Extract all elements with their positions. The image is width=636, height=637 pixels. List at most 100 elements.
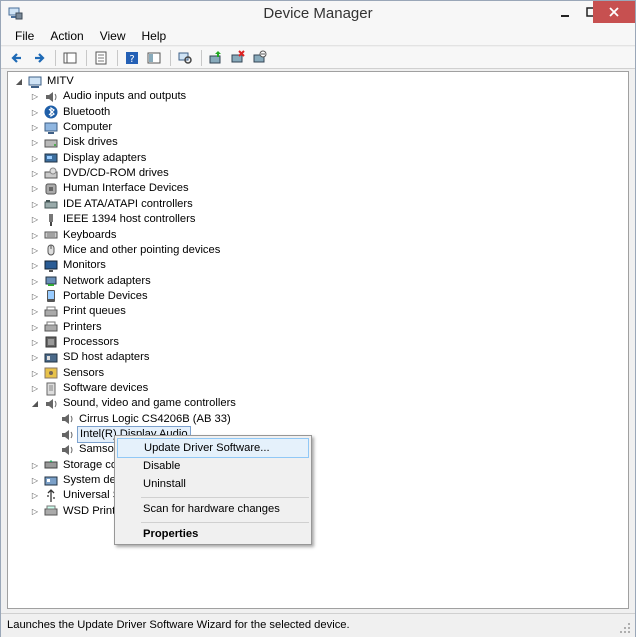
expand-arrow-icon[interactable]: ▷ (30, 199, 40, 209)
tree-category[interactable]: ▷ Mice and other pointing devices (30, 243, 222, 258)
tree-category[interactable]: ▷ Monitors (30, 258, 108, 273)
menu-file[interactable]: File (7, 27, 42, 45)
tree-category[interactable]: ▷ Network adapters (30, 274, 153, 289)
tree-device[interactable]: Cirrus Logic CS4206B (AB 33) (46, 412, 233, 427)
tree-category[interactable]: ▷ Software devices (30, 381, 150, 396)
resize-grip-icon[interactable] (619, 622, 631, 634)
disable-device-button[interactable] (250, 48, 270, 68)
menu-action[interactable]: Action (42, 27, 91, 45)
update-driver-button[interactable] (206, 48, 226, 68)
collapse-arrow-icon[interactable]: ◢ (14, 77, 24, 87)
menu-help[interactable]: Help (134, 27, 175, 45)
printer-icon (44, 321, 58, 332)
ctx-scan-hardware-changes[interactable]: Scan for hardware changes (117, 499, 309, 519)
tree-category[interactable]: ▷ Printers (30, 320, 104, 335)
update-driver-icon (209, 50, 221, 63)
expand-arrow-icon[interactable]: ▷ (30, 184, 40, 194)
expand-arrow-icon[interactable]: ▷ (30, 153, 40, 163)
ieee1394-icon (49, 213, 53, 226)
speaker-icon (62, 414, 73, 425)
expand-arrow-icon[interactable]: ▷ (30, 169, 40, 179)
expand-arrow-icon[interactable]: ▷ (30, 368, 40, 378)
status-bar: Launches the Update Driver Software Wiza… (1, 613, 635, 637)
expand-arrow-icon[interactable]: ▷ (30, 261, 40, 271)
computer-icon (44, 122, 58, 134)
software-device-icon (46, 382, 56, 395)
properties-button[interactable] (91, 48, 111, 68)
show-hide-console-tree-button[interactable] (60, 48, 80, 68)
tree-node-label: Processors (63, 335, 119, 348)
expand-arrow-icon[interactable]: ▷ (30, 230, 40, 240)
sd-adapter-icon (44, 353, 58, 363)
ctx-update-driver-software[interactable]: Update Driver Software... (117, 438, 309, 458)
tree-category[interactable]: ▷ Human Interface Devices (30, 181, 191, 196)
tree-device[interactable]: Samson (46, 442, 122, 457)
expand-arrow-icon[interactable]: ▷ (30, 215, 40, 225)
tree-category[interactable]: ▷ Display adapters (30, 151, 148, 166)
expand-arrow-icon[interactable]: ▷ (30, 276, 40, 286)
tree-category[interactable]: ▷ Processors (30, 335, 121, 350)
minimize-icon (561, 15, 569, 17)
tree-category[interactable]: ▷ IDE ATA/ATAPI controllers (30, 197, 195, 212)
close-icon (609, 7, 619, 17)
sensor-icon (44, 367, 58, 379)
expand-arrow-icon[interactable]: ▷ (30, 337, 40, 347)
tree-category[interactable]: ▷ Audio inputs and outputs (30, 89, 188, 104)
tree-category[interactable]: ▷ SD host adapters (30, 350, 151, 365)
menu-view[interactable]: View (92, 27, 134, 45)
expand-arrow-icon[interactable]: ▷ (30, 107, 40, 117)
ctx-uninstall[interactable]: Uninstall (117, 474, 309, 494)
expand-arrow-icon[interactable]: ▷ (30, 506, 40, 516)
expand-arrow-icon[interactable]: ▷ (30, 476, 40, 486)
tree-category[interactable]: ▷ Print queues (30, 304, 128, 319)
tree-category[interactable]: ▷ DVD/CD-ROM drives (30, 166, 171, 181)
scan-hardware-button[interactable] (175, 48, 195, 68)
device-manager-window: Device Manager File Action View Help ? ◢… (0, 0, 636, 637)
expand-arrow-icon[interactable]: ▷ (30, 307, 40, 317)
forward-arrow-button[interactable] (29, 48, 49, 68)
expand-arrow-icon[interactable]: ▷ (30, 353, 40, 363)
tree-node-label: IEEE 1394 host controllers (63, 213, 196, 226)
tree-category[interactable]: ▷ Sensors (30, 366, 106, 381)
portable-device-icon (47, 290, 55, 303)
expand-arrow-icon[interactable]: ▷ (30, 491, 40, 501)
toolbar-separator (55, 49, 56, 66)
context-menu: Update Driver Software... Disable Uninstal… (114, 435, 312, 545)
tree-node-label: Mice and other pointing devices (63, 243, 221, 256)
collapse-arrow-icon[interactable]: ◢ (30, 399, 40, 409)
wsd-printer-icon (44, 505, 58, 516)
tree-category[interactable]: ◢ Sound, video and game controllers (30, 396, 238, 411)
tree-category[interactable]: ▷ Computer (30, 120, 114, 135)
tree-category[interactable]: ▷ IEEE 1394 host controllers (30, 212, 197, 227)
hid-icon (45, 183, 57, 195)
speaker-icon (62, 444, 73, 455)
expand-arrow-icon[interactable]: ▷ (30, 460, 40, 470)
title-bar: Device Manager (1, 1, 635, 26)
tree-node-label: Print queues (63, 305, 126, 318)
help-button[interactable]: ? (122, 48, 142, 68)
expand-arrow-icon[interactable]: ▷ (30, 138, 40, 148)
minimize-button[interactable] (552, 1, 578, 23)
tree-category[interactable]: ▷ Bluetooth (30, 105, 112, 120)
expand-arrow-icon[interactable]: ▷ (30, 291, 40, 301)
tree-node-label: MITV (47, 75, 74, 87)
tree-category[interactable]: ▷ System devi (30, 473, 126, 488)
ctx-disable[interactable]: Disable (117, 456, 309, 476)
close-button[interactable] (593, 1, 635, 23)
tree-root-mitv[interactable]: ◢ MITV (14, 74, 76, 89)
mouse-icon (47, 244, 55, 256)
device-tree[interactable]: ◢ MITV ▷ Audio inputs and outputs ▷ Bluetooth… (7, 71, 629, 609)
back-arrow-button[interactable] (7, 48, 27, 68)
uninstall-button[interactable] (228, 48, 248, 68)
expand-arrow-icon[interactable]: ▷ (30, 92, 40, 102)
tree-category[interactable]: ▷ Portable Devices (30, 289, 150, 304)
tree-category[interactable]: ▷ Disk drives (30, 135, 120, 150)
expand-arrow-icon[interactable]: ▷ (30, 322, 40, 332)
console-tree-button[interactable] (144, 48, 164, 68)
expand-arrow-icon[interactable]: ▷ (30, 123, 40, 133)
tree-category[interactable]: ▷ Keyboards (30, 228, 119, 243)
expand-arrow-icon[interactable]: ▷ (30, 245, 40, 255)
expand-arrow-icon[interactable]: ▷ (30, 384, 40, 394)
tree-category[interactable]: ▷ Storage con (30, 458, 125, 473)
ctx-properties[interactable]: Properties (117, 524, 309, 544)
